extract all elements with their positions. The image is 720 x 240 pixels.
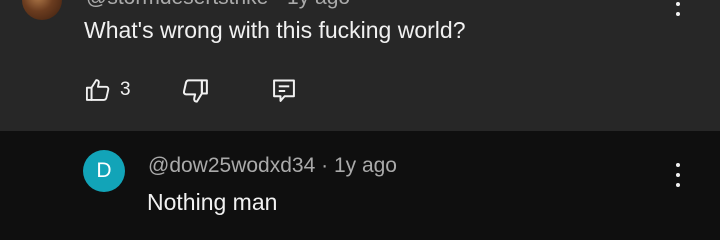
reply-comment-icon — [273, 79, 295, 102]
more-vert-icon[interactable] — [666, 161, 690, 189]
comment-meta: @dow25wodxd34 · 1y ago — [148, 154, 397, 178]
comment-text: Nothing man — [147, 189, 278, 215]
avatar[interactable]: D — [83, 150, 125, 192]
comment-text: What's wrong with this fucking world? — [84, 17, 466, 43]
like-button[interactable]: 3 — [84, 74, 131, 106]
comment-timestamp: 1y ago — [287, 0, 350, 9]
dislike-button[interactable] — [180, 76, 210, 106]
like-count: 3 — [120, 79, 131, 100]
comment-author[interactable]: @stormdesertstrike — [86, 0, 268, 9]
reply-button[interactable] — [270, 76, 298, 106]
avatar-letter: D — [96, 159, 112, 182]
reply-comment: D @dow25wodxd34 · 1y ago Nothing man — [0, 131, 720, 240]
meta-separator: · — [274, 0, 287, 9]
thumbs-up-icon — [85, 79, 110, 101]
highlighted-comment: @stormdesertstrike · 1y ago What's wrong… — [0, 0, 720, 131]
avatar[interactable] — [22, 0, 62, 20]
more-vert-icon[interactable] — [666, 0, 690, 18]
meta-separator: · — [321, 154, 334, 177]
comment-timestamp: 1y ago — [333, 154, 397, 177]
thumbs-down-icon — [182, 79, 208, 103]
comment-meta: @stormdesertstrike · 1y ago — [86, 0, 350, 10]
comment-author[interactable]: @dow25wodxd34 — [148, 154, 315, 177]
